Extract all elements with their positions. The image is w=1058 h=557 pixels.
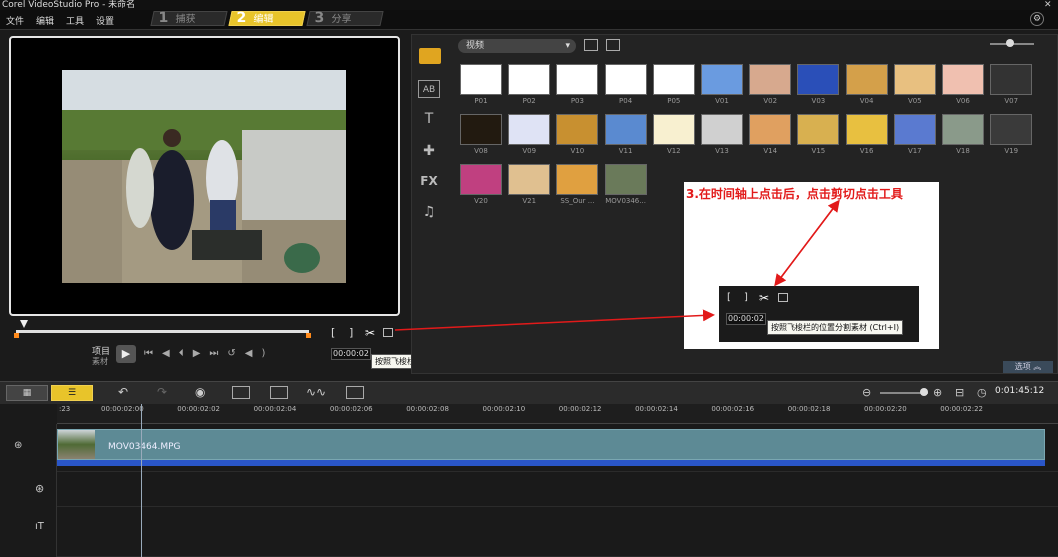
zoom-knob[interactable] [920,388,928,396]
total-duration: 0:01:45:12 [995,386,1045,396]
record-capture-icon[interactable]: ◉ [195,385,205,399]
redo-icon[interactable]: ↷ [157,385,167,399]
track-header-top [0,404,57,424]
ruler-tick-label: 00:00:02:18 [787,405,831,413]
mix-icon[interactable] [232,386,250,399]
clip-thumbnail [58,430,95,459]
audio-wave-icon[interactable]: ∿∿ [306,385,326,399]
zoom-in-icon[interactable]: ⊕ [933,386,942,399]
ruler-tick-label: 00:00:02:02 [177,405,221,413]
title-track-icon[interactable]: ıT [35,521,44,532]
ruler-tick-label: 00:00:02:14 [635,405,678,413]
ruler-tick-label: 00:00:02:04 [253,405,297,413]
ruler-tick-label: 00:00:02:00 [101,405,144,413]
undo-icon[interactable]: ↶ [118,385,128,399]
overlay-track[interactable] [57,472,1058,507]
video-clip[interactable] [57,429,1045,460]
clip-name: MOV03464.MPG [108,442,181,452]
ruler-tick-label: 00:00:02:12 [558,405,602,413]
clock-icon: ◷ [977,386,987,399]
ruler-tick-label: 00:00:02:16 [711,405,755,413]
fit-project-icon[interactable]: ⊟ [955,386,964,399]
zoom-out-icon[interactable]: ⊖ [862,386,871,399]
ruler-tick-label: 00:00:02:20 [864,405,907,413]
title-track[interactable] [57,507,1058,557]
timeline-view-button[interactable]: ☰ [51,385,93,401]
ruler-tick-label: 00:00:02:22 [940,405,984,413]
overlay-track-icon[interactable]: ⊛ [35,482,44,495]
ruler-tick-label: 00:00:02:10 [482,405,526,413]
title-track-header: ıT [0,507,57,557]
video-track-header: ⊛ [0,424,57,472]
ruler-start: :23 [59,405,71,413]
track-manager-icon[interactable] [270,386,288,399]
storyboard-view-button[interactable]: ▦ [6,385,48,401]
video-track-icon[interactable]: ⊛ [14,440,22,451]
ruler-tick-label: 00:00:02:08 [406,405,449,413]
clip-audio-bar [57,460,1045,466]
ruler-tick-label: 00:00:02:06 [329,405,373,413]
overlay-track-header: ⊛ [0,472,57,507]
subtitle-icon[interactable] [346,386,364,399]
playhead[interactable] [141,404,142,557]
